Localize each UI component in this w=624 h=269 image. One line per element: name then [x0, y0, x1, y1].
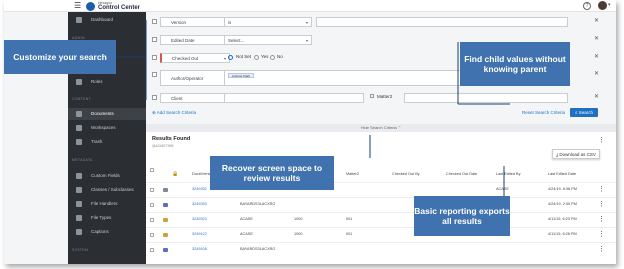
- callout-recover-space: Recover screen space to review results: [210, 156, 334, 190]
- callout-child-values: Find child values without knowing parent: [460, 42, 570, 86]
- callout-reporting: Basic reporting exports all results: [414, 196, 510, 236]
- callout-customize-search: Customize your search: [4, 40, 116, 74]
